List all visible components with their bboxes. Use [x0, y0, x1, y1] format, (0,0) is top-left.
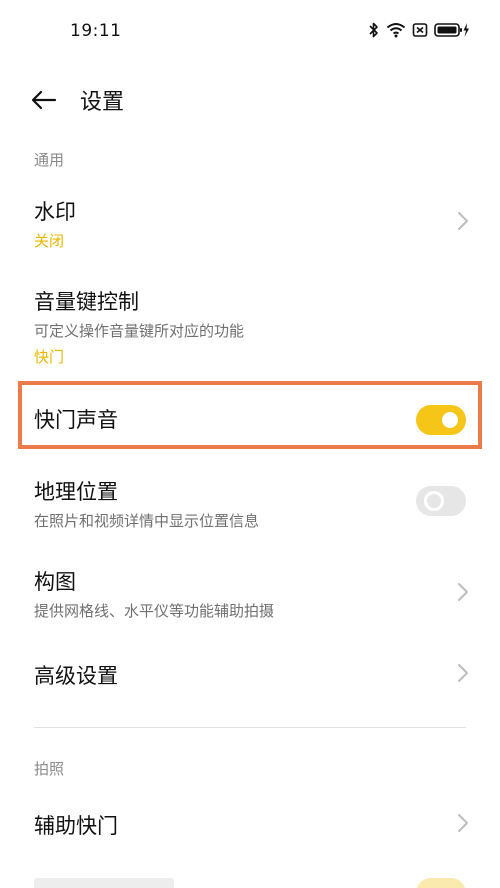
setting-value: 关闭: [34, 232, 65, 250]
setting-description: 在照片和视频详情中显示位置信息: [34, 512, 260, 530]
header: 设置: [0, 74, 500, 124]
back-arrow-icon: [31, 90, 57, 110]
page-title: 设置: [80, 90, 125, 115]
chevron-right-icon: [458, 583, 468, 601]
bluetooth-icon: [368, 22, 380, 38]
setting-title: 构图: [34, 570, 76, 594]
setting-title: 音量键控制: [34, 290, 139, 314]
section-label-general: 通用: [34, 151, 65, 169]
status-icons: [368, 22, 470, 38]
setting-row-location[interactable]: 地理位置 在照片和视频详情中显示位置信息: [0, 464, 500, 540]
setting-value: 快门: [34, 348, 65, 366]
section-label-photo: 拍照: [34, 760, 65, 778]
chevron-right-icon: [458, 212, 468, 230]
setting-description: 可定义操作音量键所对应的功能: [34, 322, 245, 340]
location-toggle[interactable]: [416, 486, 466, 516]
setting-title: 高级设置: [34, 664, 118, 688]
setting-row-shutter-sound[interactable]: 快门声音: [0, 385, 500, 445]
setting-row-advanced[interactable]: 高级设置: [0, 644, 500, 704]
partial-toggle: [416, 878, 466, 888]
setting-title: 快门声音: [34, 408, 118, 432]
shutter-sound-toggle[interactable]: [416, 405, 466, 435]
chevron-right-icon: [458, 814, 468, 832]
toggle-knob: [442, 412, 458, 428]
setting-title: 地理位置: [34, 480, 118, 504]
sim-off-icon: [412, 22, 428, 38]
status-bar: 19:11: [0, 0, 500, 62]
chevron-right-icon: [458, 664, 468, 682]
setting-title: 辅助快门: [34, 814, 118, 838]
setting-description: 提供网格线、水平仪等功能辅助拍摄: [34, 602, 275, 620]
setting-row-volume-key[interactable]: 音量键控制 可定义操作音量键所对应的功能 快门: [0, 274, 500, 374]
partial-setting-row: [0, 872, 500, 888]
back-button[interactable]: [26, 82, 62, 118]
toggle-knob: [424, 491, 444, 511]
battery-charging-icon: [434, 22, 470, 38]
setting-title: 水印: [34, 200, 76, 224]
setting-row-assist-shutter[interactable]: 辅助快门: [0, 794, 500, 854]
setting-row-composition[interactable]: 构图 提供网格线、水平仪等功能辅助拍摄: [0, 554, 500, 630]
status-time: 19:11: [70, 21, 122, 41]
wifi-icon: [386, 22, 406, 38]
setting-row-watermark[interactable]: 水印 关闭: [0, 184, 500, 260]
partial-row-title: [34, 878, 174, 888]
section-divider: [34, 727, 466, 728]
